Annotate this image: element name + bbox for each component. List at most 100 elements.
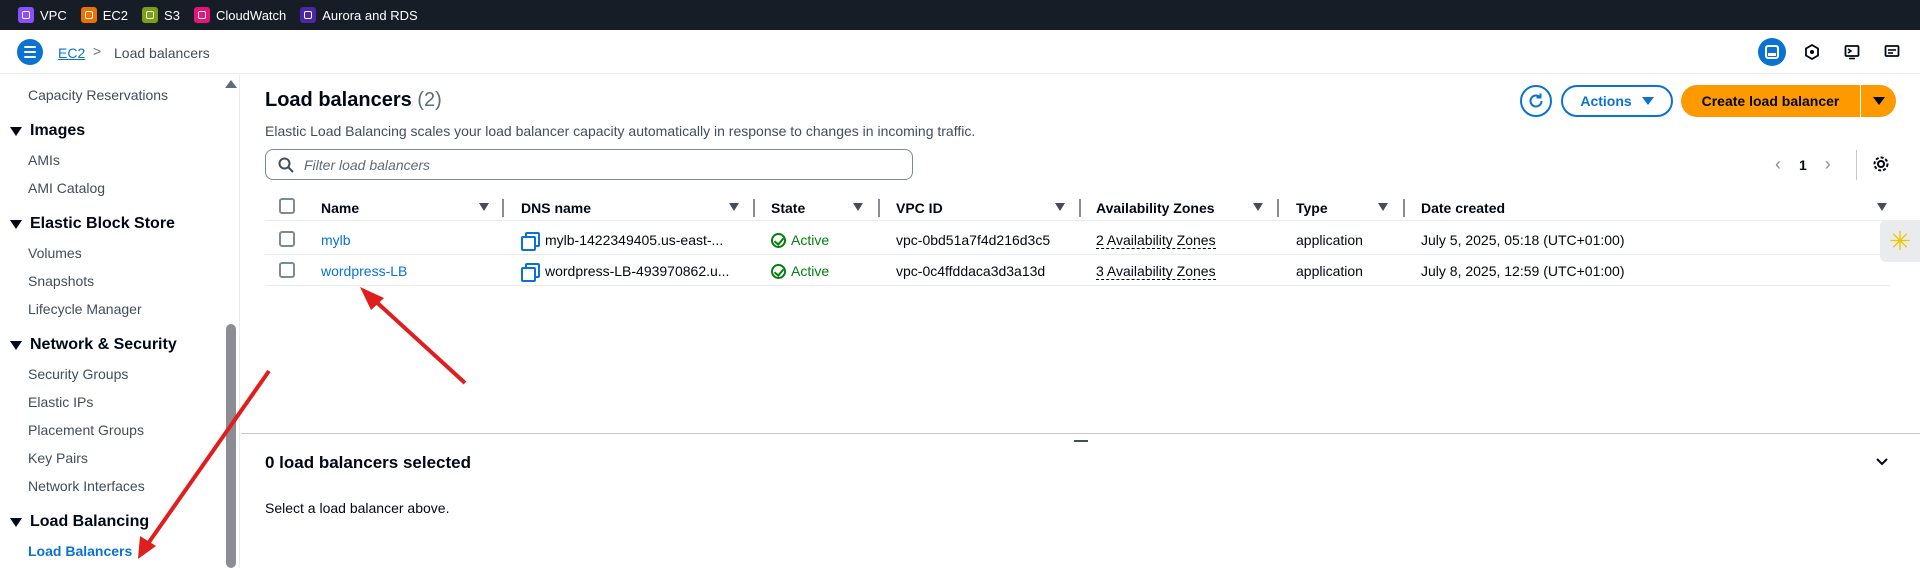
column-dns-name[interactable]: DNS name	[521, 200, 591, 216]
gear-icon[interactable]	[1872, 155, 1890, 173]
sidebar-section-images[interactable]: Images	[10, 122, 85, 140]
create-load-balancer-button[interactable]: Create load balancer	[1681, 85, 1860, 117]
column-vpc-id[interactable]: VPC ID	[896, 200, 943, 216]
favorite-vpc[interactable]: VPC	[18, 7, 67, 23]
row-checkbox[interactable]	[279, 262, 295, 278]
column-date-created[interactable]: Date created	[1421, 200, 1505, 216]
sidebar-item-lifecycle-manager[interactable]: Lifecycle Manager	[28, 301, 142, 317]
sidebar-item-placement-groups[interactable]: Placement Groups	[28, 422, 144, 438]
sidebar-item-security-groups[interactable]: Security Groups	[28, 366, 128, 382]
chevron-right-icon: >	[93, 43, 102, 59]
caret-down-icon	[1641, 97, 1654, 105]
favorite-s3[interactable]: S3	[142, 7, 180, 23]
sidebar-item-capacity-reservations[interactable]: Capacity Reservations	[28, 87, 168, 103]
scroll-up-icon[interactable]	[225, 80, 237, 88]
feedback-icon[interactable]	[1878, 38, 1906, 66]
column-resizer[interactable]	[502, 199, 504, 217]
sidebar-item-elastic-ips[interactable]: Elastic IPs	[28, 394, 93, 410]
column-resizer[interactable]	[1403, 199, 1405, 217]
split-panel-icon[interactable]	[1758, 38, 1786, 66]
favorite-ec2[interactable]: EC2	[80, 7, 128, 23]
caret-down-icon	[10, 517, 22, 527]
column-resizer[interactable]	[1277, 199, 1279, 217]
vpc-icon	[18, 7, 34, 23]
status-badge: Active	[771, 232, 829, 248]
search-icon	[278, 157, 294, 173]
caret-down-icon	[10, 340, 22, 350]
dns-name: mylb-1422349405.us-east-...	[545, 232, 724, 248]
page-title: Load balancers (2)	[265, 89, 442, 111]
menu-button[interactable]	[17, 39, 43, 65]
column-resizer[interactable]	[1079, 199, 1081, 217]
sidebar-item-volumes[interactable]: Volumes	[28, 245, 82, 261]
sidebar-section-network-security[interactable]: Network & Security	[10, 336, 177, 354]
sidebar-item-network-interfaces[interactable]: Network Interfaces	[28, 478, 145, 494]
filter-input[interactable]	[304, 156, 884, 173]
sidebar-section-load-balancing[interactable]: Load Balancing	[10, 513, 149, 531]
selection-title: 0 load balancers selected	[265, 453, 471, 472]
load-balancer-name-link[interactable]: mylb	[321, 232, 351, 248]
availability-zones-popover[interactable]: 2 Availability Zones	[1096, 232, 1216, 249]
actions-button[interactable]: Actions	[1561, 85, 1673, 117]
copy-icon[interactable]	[521, 232, 540, 251]
create-dropdown-button[interactable]	[1861, 85, 1896, 117]
filter-field[interactable]	[265, 149, 913, 180]
column-type[interactable]: Type	[1296, 200, 1328, 216]
column-resizer[interactable]	[753, 199, 755, 217]
favorites-bar: VPC EC2 S3 CloudWatch Aurora and RDS	[0, 0, 1920, 30]
sidebar-item-load-balancers[interactable]: Load Balancers	[28, 543, 132, 559]
sort-icon[interactable]	[1877, 203, 1887, 211]
sort-icon[interactable]	[1055, 203, 1065, 211]
table-row[interactable]: wordpress-LB wordpress-LB-493970862.u...…	[265, 255, 1890, 286]
column-availability-zones[interactable]: Availability Zones	[1096, 200, 1215, 216]
chevron-down-icon[interactable]	[1876, 456, 1888, 468]
sort-icon[interactable]	[1253, 203, 1263, 211]
row-checkbox[interactable]	[279, 231, 295, 247]
assistant-icon[interactable]: ✳	[1880, 220, 1920, 262]
chevron-left-icon[interactable]: ‹	[1775, 154, 1781, 175]
favorite-cloudwatch[interactable]: CloudWatch	[193, 7, 286, 23]
lb-type: application	[1296, 232, 1363, 248]
availability-zones-popover[interactable]: 3 Availability Zones	[1096, 263, 1216, 280]
cloudwatch-icon	[193, 7, 210, 23]
page-number[interactable]: 1	[1799, 157, 1807, 173]
chevron-right-icon[interactable]: ›	[1825, 154, 1831, 175]
sort-icon[interactable]	[479, 203, 489, 211]
selection-message: Select a load balancer above.	[265, 500, 450, 516]
caret-down-icon	[10, 219, 22, 229]
copy-icon[interactable]	[521, 263, 540, 282]
sidebar-scrollbar[interactable]	[226, 324, 236, 568]
refresh-icon	[1529, 93, 1543, 108]
refresh-button[interactable]	[1520, 85, 1552, 117]
load-balancer-name-link[interactable]: wordpress-LB	[321, 263, 407, 279]
sidebar-item-key-pairs[interactable]: Key Pairs	[28, 450, 88, 466]
column-resizer[interactable]	[878, 199, 880, 217]
sidebar-item-snapshots[interactable]: Snapshots	[28, 273, 94, 289]
sort-icon[interactable]	[1378, 203, 1388, 211]
split-panel-divider[interactable]	[241, 433, 1920, 434]
page-description: Elastic Load Balancing scales your load …	[265, 123, 976, 139]
ec2-icon	[80, 7, 97, 23]
pagination: ‹ 1 ›	[1775, 154, 1831, 175]
caret-down-icon	[10, 126, 22, 136]
sidebar-item-ami-catalog[interactable]: AMI Catalog	[28, 180, 105, 196]
column-state[interactable]: State	[771, 200, 805, 216]
column-name[interactable]: Name	[321, 200, 359, 216]
status-badge: Active	[771, 263, 829, 279]
caret-down-icon	[1872, 97, 1885, 105]
cloudshell-icon[interactable]	[1838, 38, 1866, 66]
sidebar-item-amis[interactable]: AMIs	[28, 152, 60, 168]
breadcrumb-ec2[interactable]: EC2	[58, 45, 85, 61]
table-header: Name DNS name State VPC ID Availability …	[265, 195, 1890, 221]
rds-icon	[300, 7, 317, 23]
vpc-id: vpc-0bd51a7f4d216d3c5	[896, 232, 1051, 248]
select-all-checkbox[interactable]	[279, 198, 295, 214]
resize-handle[interactable]	[1074, 440, 1088, 442]
sidebar-section-elastic-block-store[interactable]: Elastic Block Store	[10, 215, 175, 233]
breadcrumb-bar: EC2 > Load balancers	[0, 30, 1920, 74]
sort-icon[interactable]	[729, 203, 739, 211]
notifications-icon[interactable]	[1798, 38, 1826, 66]
favorite-rds[interactable]: Aurora and RDS	[300, 7, 418, 23]
sort-icon[interactable]	[853, 203, 863, 211]
table-row[interactable]: mylb mylb-1422349405.us-east-... Active …	[265, 224, 1890, 255]
